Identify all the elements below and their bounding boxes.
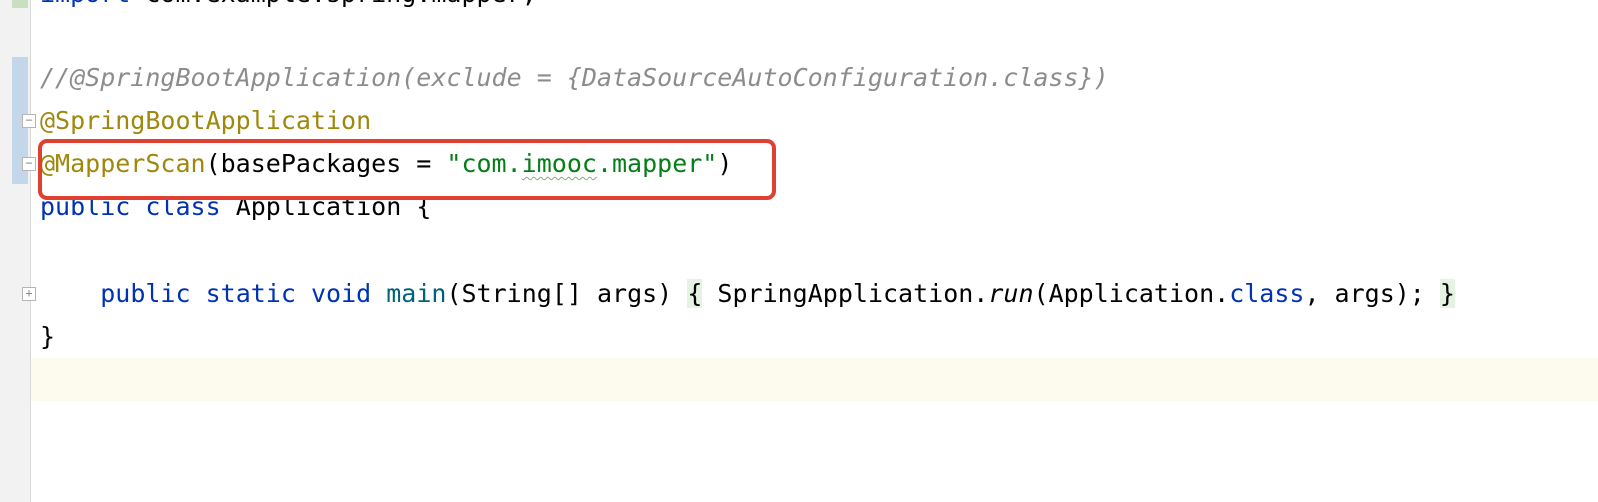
folded-close-brace[interactable]: } xyxy=(1439,279,1455,308)
folded-open-brace[interactable]: { xyxy=(687,279,703,308)
class-close-brace: } xyxy=(40,322,56,351)
red-highlight-annotation-box xyxy=(38,139,776,200)
code-line-annotation-springboot[interactable]: @SpringBootApplication xyxy=(40,99,371,142)
keyword-class-literal: class xyxy=(1229,279,1305,308)
method-body-start: SpringApplication. xyxy=(702,279,989,308)
code-line-main-method[interactable]: public static void main(String[] args) {… xyxy=(40,272,1455,315)
keyword-public: public xyxy=(100,279,191,308)
code-line-class-close[interactable]: } xyxy=(40,315,55,358)
code-line-import[interactable]: import com.example.spring.mapper; xyxy=(40,0,537,15)
code-editor[interactable]: − − + import com.example.spring.mapper; … xyxy=(0,0,1598,502)
keyword-import: import xyxy=(40,0,130,8)
method-body-middle: (Application. xyxy=(1033,279,1230,308)
editor-gutter[interactable]: − − + xyxy=(0,0,36,502)
line-comment: //@SpringBootApplication(exclude = {Data… xyxy=(40,63,1109,92)
fold-expand-icon[interactable]: + xyxy=(22,287,36,301)
keyword-void: void xyxy=(310,279,372,308)
method-body-end: , args); xyxy=(1304,279,1440,308)
static-method-run: run xyxy=(988,279,1034,308)
current-line-highlight xyxy=(31,358,1598,401)
fold-collapse-icon[interactable]: − xyxy=(22,114,36,128)
fold-collapse-icon[interactable]: − xyxy=(22,157,36,171)
keyword-static: static xyxy=(205,279,296,308)
import-path: com.example.spring.mapper; xyxy=(130,0,536,8)
annotation-springbootapplication: @SpringBootApplication xyxy=(40,106,372,135)
method-params: (String[] args) xyxy=(446,279,673,308)
code-line-comment[interactable]: //@SpringBootApplication(exclude = {Data… xyxy=(40,56,1109,99)
vcs-change-marker-top[interactable] xyxy=(12,0,28,8)
method-name-main: main xyxy=(386,279,447,308)
